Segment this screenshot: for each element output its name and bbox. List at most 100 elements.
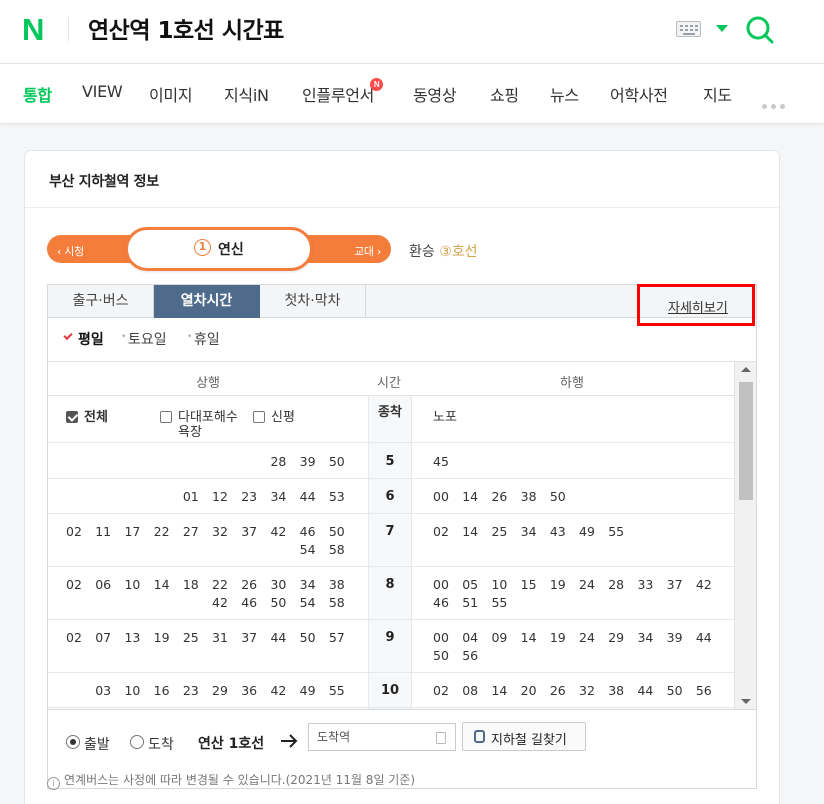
up-minute: 13 (124, 630, 141, 645)
down-minute: 05 (462, 577, 479, 592)
naver-logo[interactable]: N (22, 14, 48, 45)
up-minute: 11 (95, 524, 112, 539)
down-minute: 24 (579, 577, 595, 592)
up-minute: 50 (299, 630, 316, 645)
up-minute: 30 (270, 577, 287, 592)
filter-all-checkbox[interactable] (66, 411, 78, 423)
detail-link[interactable]: 자세히보기 (668, 297, 728, 316)
card-title: 부산 지하철역 정보 (49, 174, 159, 190)
up-minute: 06 (95, 577, 112, 592)
depart-radio[interactable] (66, 735, 80, 749)
timetable-scrollbar[interactable] (734, 362, 756, 709)
notice-text: 연계버스는 사정에 따라 변경될 수 있습니다.(2021년 11월 8일 기준… (64, 773, 416, 787)
down-minute: 09 (491, 630, 508, 645)
filter-dadaepo-checkbox[interactable] (160, 411, 172, 423)
scroll-down-icon[interactable] (741, 699, 751, 704)
day-saturday[interactable]: 토요일 (128, 329, 167, 349)
search-query[interactable]: 연산역 1호선 시간표 (88, 11, 284, 45)
down-minute: 39 (666, 630, 683, 645)
bullet-icon: • (121, 332, 127, 342)
down-minute: 51 (462, 595, 479, 610)
up-minute: 10 (124, 577, 141, 592)
down-minute: 34 (637, 630, 654, 645)
tab-news[interactable]: 뉴스 (550, 82, 579, 106)
up-minute: 17 (124, 524, 141, 539)
filter-dadaepo-label: 다대포해수 (178, 410, 238, 425)
down-minute: 14 (520, 630, 537, 645)
arrive-radio[interactable] (130, 735, 144, 749)
up-minute: 23 (182, 683, 199, 698)
up-minute: 32 (212, 524, 228, 539)
filter-dadaepo-label-2: 욕장 (178, 425, 202, 440)
header-up: 상행 (196, 376, 220, 391)
subtab-exit-bus[interactable]: 출구·버스 (48, 285, 154, 318)
up-minute: 37 (241, 630, 258, 645)
down-minute: 55 (491, 595, 508, 610)
tab-map[interactable]: 지도 (703, 82, 732, 106)
up-minute: 38 (328, 577, 345, 592)
up-minute: 44 (270, 630, 287, 645)
subtab-train-time[interactable]: 열차시간 (154, 285, 260, 318)
tab-video[interactable]: 동영상 (413, 82, 457, 106)
more-icon[interactable] (762, 94, 789, 113)
header-divider (68, 17, 69, 41)
tab-influencer[interactable]: 인플루언서 N (302, 78, 384, 106)
table-row: 9 02 07 13 19 25 31 37 44 50 57 00 04 09 14 19 24 29 34 39 4… (48, 620, 734, 673)
timetable-header: 상행 시간 하행 (48, 362, 734, 396)
up-minute: 36 (241, 683, 258, 698)
up-minute: 22 (153, 524, 170, 539)
day-holiday[interactable]: 휴일 (194, 329, 220, 349)
down-minute: 02 (433, 683, 449, 698)
table-row: 10 03 10 16 23 29 36 42 49 55 02 08 14 20 26 32 38 44 50 56 (48, 673, 734, 708)
down-minute: 38 (520, 489, 537, 504)
tab-view[interactable]: VIEW (82, 82, 123, 101)
up-minute: 07 (95, 630, 112, 645)
up-minute: 57 (328, 630, 345, 645)
search-icon[interactable] (745, 15, 775, 45)
chevron-down-icon[interactable] (716, 25, 728, 32)
up-minute: 28 (270, 454, 287, 469)
tab-dictionary[interactable]: 어학사전 (610, 82, 668, 106)
transfer-line-link[interactable]: ③호선 (439, 244, 477, 260)
keyboard-icon[interactable] (676, 21, 701, 37)
subtab-first-last[interactable]: 첫차·막차 (260, 285, 366, 318)
up-minute: 22 (212, 577, 228, 592)
down-minute: 32 (579, 683, 595, 698)
up-minute: 23 (241, 489, 258, 504)
up-minute: 02 (66, 630, 82, 645)
down-minute: 38 (608, 683, 625, 698)
route-origin: 연산 1호선 (198, 736, 265, 752)
filter-sinpyeong-checkbox[interactable] (253, 411, 265, 423)
timetable-panel: 출구·버스 열차시간 첫차·막차 평일 • 토요일 • 휴일 자세히보기 상행 … (47, 284, 757, 789)
next-station-button[interactable]: 교대 › (354, 243, 381, 259)
down-minute: 14 (462, 489, 479, 504)
up-minute: 03 (95, 683, 112, 698)
scroll-thumb[interactable] (739, 382, 753, 500)
day-weekday[interactable]: 평일 (78, 329, 104, 349)
up-minute: 44 (299, 489, 316, 504)
down-minute: 44 (695, 630, 712, 645)
down-minute: 49 (579, 524, 595, 539)
down-minute: 00 (433, 577, 449, 592)
tab-all[interactable]: 통합 (23, 82, 52, 106)
subway-route-button[interactable]: 지하철 길찾기 (462, 722, 586, 751)
header-time: 시간 (377, 376, 401, 391)
tab-shopping[interactable]: 쇼핑 (490, 82, 519, 106)
subway-info-card: 부산 지하철역 정보 ‹ 시청 교대 › 1 연신 환승 ③호선 출구·버스 열… (24, 150, 780, 804)
tab-image[interactable]: 이미지 (149, 82, 193, 106)
down-minute: 56 (695, 683, 712, 698)
up-minute: 02 (66, 524, 82, 539)
down-minute: 46 (433, 595, 449, 610)
hour-cell: 9 (385, 630, 395, 645)
down-minute: 08 (462, 683, 479, 698)
down-minute: 00 (433, 630, 449, 645)
route-button-label: 지하철 길찾기 (491, 733, 567, 748)
scroll-up-icon[interactable] (741, 367, 751, 372)
prev-station-button[interactable]: ‹ 시청 (57, 243, 84, 259)
destination-input[interactable] (308, 723, 456, 751)
arrow-right-icon (281, 734, 298, 748)
tab-kin[interactable]: 지식iN (224, 82, 269, 106)
list-icon[interactable] (436, 732, 446, 744)
search-header: N 연산역 1호선 시간표 (0, 0, 824, 64)
table-row: 8 02 06 10 14 18 22 26 30 34 38 42 46 50 54 58 00 05 10 15 1… (48, 567, 734, 620)
